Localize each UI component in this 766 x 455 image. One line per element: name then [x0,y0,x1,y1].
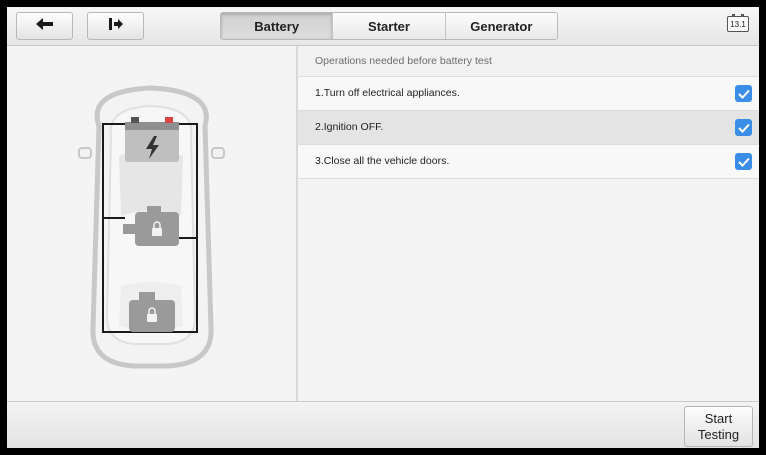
checkmark-icon [737,123,750,133]
checkmark-icon [737,157,750,167]
checklist-item-label: 3.Close all the vehicle doors. [315,155,450,167]
screen: Battery Starter Generator 13.1 Operation… [7,7,759,448]
tab-starter[interactable]: Starter [333,13,446,39]
checkbox-checked[interactable] [735,119,752,136]
checklist-item-label: 2.Ignition OFF. [315,121,384,133]
exit-icon [108,17,124,36]
vehicle-diagram [78,85,225,369]
start-testing-label-line1: Start [704,410,733,426]
top-toolbar: Battery Starter Generator 13.1 [7,7,759,46]
checkmark-icon [737,89,750,99]
back-arrow-icon [35,17,54,35]
exit-button[interactable] [87,12,144,40]
start-testing-label-line2: Testing [697,426,740,442]
back-button[interactable] [16,12,73,40]
checklist-header: Operations needed before battery test [298,46,759,77]
battery-voltage-icon: 13.1 [727,14,749,32]
checklist-item[interactable]: 1.Turn off electrical appliances. [298,77,759,111]
checkbox-checked[interactable] [735,153,752,170]
start-testing-button[interactable]: Start Testing [684,406,753,447]
tab-generator[interactable]: Generator [445,13,557,39]
test-tabs: Battery Starter Generator [220,12,558,40]
checklist-item[interactable]: 3.Close all the vehicle doors. [298,145,759,179]
vehicle-illustration-panel [7,46,298,401]
checklist-item[interactable]: 2.Ignition OFF. [298,111,759,145]
checklist-item-label: 1.Turn off electrical appliances. [315,87,460,99]
bottom-toolbar: Start Testing [7,401,759,448]
battery-icon [125,117,179,162]
checkbox-checked[interactable] [735,85,752,102]
checklist-panel: Operations needed before battery test 1.… [298,46,759,401]
tab-battery[interactable]: Battery [221,13,334,39]
